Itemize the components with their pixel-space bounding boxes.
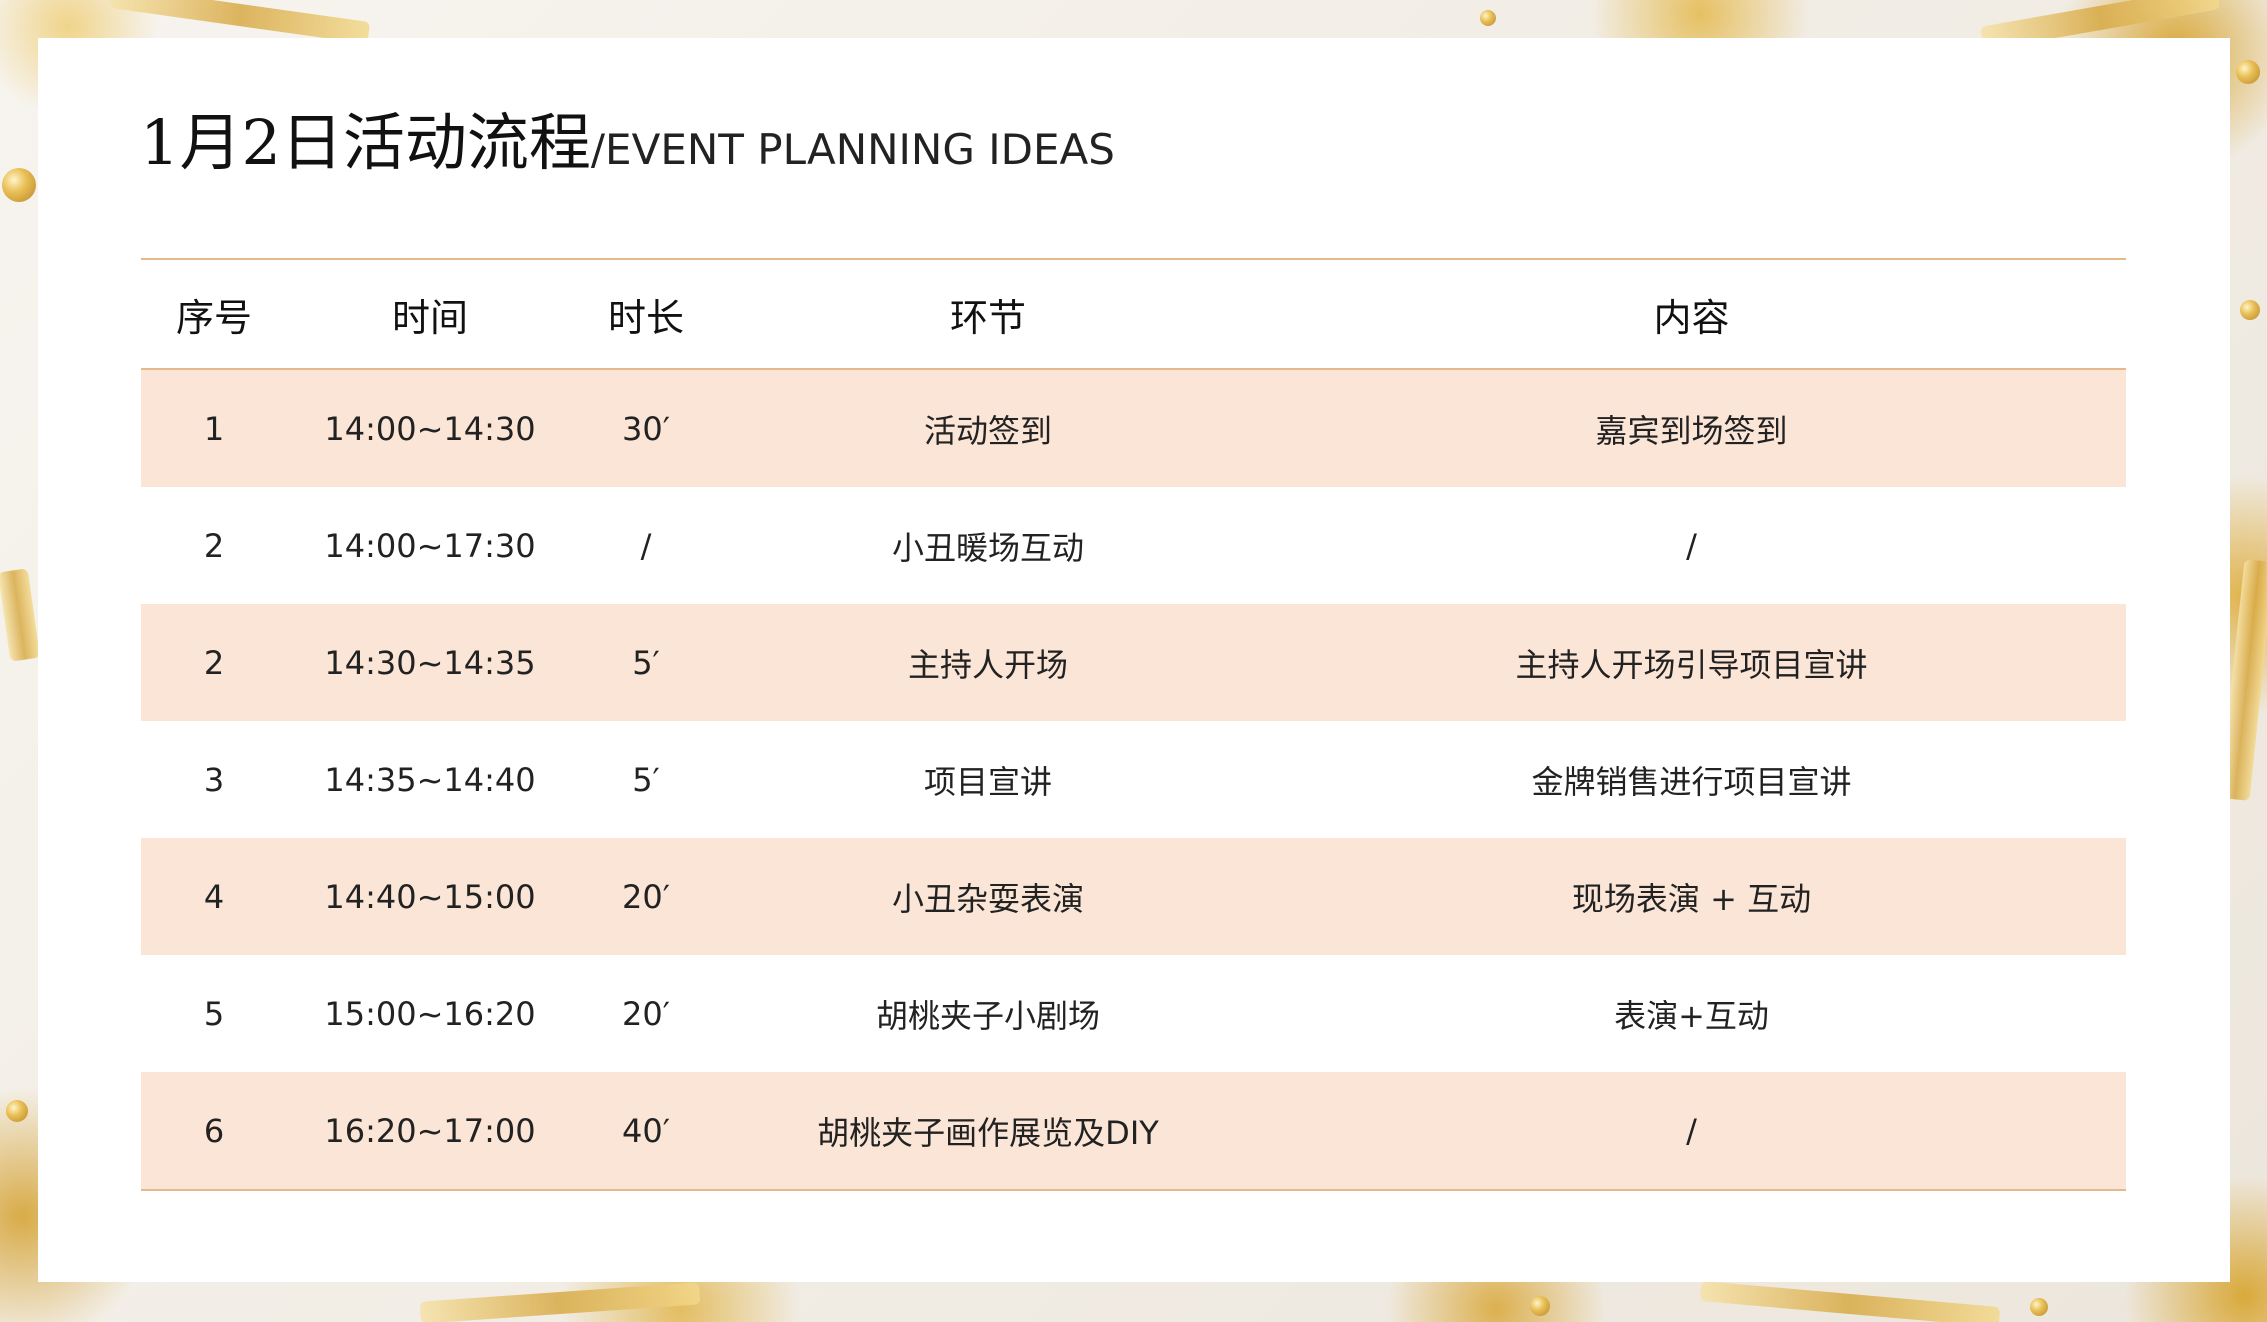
header-duration: 时长	[607, 295, 684, 340]
gold-ribbon-decoration	[419, 1282, 701, 1322]
page-title-english: /EVENT PLANNING IDEAS	[590, 125, 1115, 174]
page-title-chinese: 1月2日活动流程	[140, 106, 591, 179]
cell-index: 3	[203, 760, 225, 799]
cell-content: 表演+互动	[1614, 996, 1769, 1035]
cell-duration: 20′	[622, 994, 670, 1033]
header-time: 时间	[391, 295, 468, 340]
cell-time: 14:00~17:30	[324, 526, 536, 565]
gold-bead-decoration	[1530, 1296, 1550, 1316]
cell-time: 14:30~14:35	[324, 643, 536, 682]
cell-time: 14:00~14:30	[324, 409, 536, 448]
event-schedule-table: 序号 时间 时长 环节 内容 1 14:00~14:30 30′ 活动签到 嘉宾…	[141, 258, 2126, 1191]
cell-index: 1	[203, 409, 225, 448]
cell-duration: 40′	[622, 1111, 670, 1150]
cell-index: 6	[203, 1111, 225, 1150]
cell-index: 5	[203, 994, 225, 1033]
cell-index: 2	[203, 526, 225, 565]
cell-duration: 5′	[632, 643, 660, 682]
table-row: 4 14:40~15:00 20′ 小丑杂耍表演 现场表演 + 互动	[141, 838, 2126, 955]
cell-index: 4	[203, 877, 225, 916]
cell-time: 14:40~15:00	[324, 877, 536, 916]
table-row: 2 14:30~14:35 5′ 主持人开场 主持人开场引导项目宣讲	[141, 604, 2126, 721]
cell-duration: 30′	[622, 409, 670, 448]
header-content: 内容	[1653, 295, 1730, 340]
header-segment: 环节	[949, 295, 1026, 340]
gold-ribbon-decoration	[1699, 1280, 2001, 1322]
cell-duration: /	[640, 526, 652, 565]
gold-bead-decoration	[2236, 60, 2260, 84]
cell-segment: 小丑杂耍表演	[891, 879, 1084, 918]
cell-segment: 主持人开场	[907, 645, 1068, 684]
cell-index: 2	[203, 643, 225, 682]
cell-content: 嘉宾到场签到	[1595, 411, 1788, 450]
cell-content: /	[1686, 526, 1697, 565]
cell-time: 15:00~16:20	[324, 994, 536, 1033]
table-row: 5 15:00~16:20 20′ 胡桃夹子小剧场 表演+互动	[141, 955, 2126, 1072]
cell-duration: 5′	[632, 760, 660, 799]
gold-bead-decoration	[6, 1100, 28, 1122]
header-index: 序号	[175, 295, 252, 340]
cell-segment: 活动签到	[923, 411, 1052, 450]
gold-ribbon-decoration	[0, 568, 41, 662]
cell-content: 金牌销售进行项目宣讲	[1531, 762, 1852, 801]
table-row: 1 14:00~14:30 30′ 活动签到 嘉宾到场签到	[141, 370, 2126, 487]
page-title: 1月2日活动流程/EVENT PLANNING IDEAS	[140, 112, 1115, 174]
table-header-row: 序号 时间 时长 环节 内容	[141, 260, 2126, 370]
cell-content: /	[1686, 1111, 1697, 1150]
cell-segment: 小丑暖场互动	[891, 528, 1084, 567]
table-row: 3 14:35~14:40 5′ 项目宣讲 金牌销售进行项目宣讲	[141, 721, 2126, 838]
cell-content: 主持人开场引导项目宣讲	[1515, 645, 1868, 684]
cell-time: 16:20~17:00	[324, 1111, 536, 1150]
gold-bead-decoration	[1480, 10, 1496, 26]
cell-segment: 胡桃夹子画作展览及DIY	[817, 1113, 1159, 1152]
cell-segment: 胡桃夹子小剧场	[875, 996, 1100, 1035]
cell-content: 现场表演 + 互动	[1571, 879, 1812, 918]
cell-duration: 20′	[622, 877, 670, 916]
table-row: 6 16:20~17:00 40′ 胡桃夹子画作展览及DIY /	[141, 1072, 2126, 1191]
cell-segment: 项目宣讲	[923, 762, 1052, 801]
gold-bead-decoration	[2240, 300, 2260, 320]
table-row: 2 14:00~17:30 / 小丑暖场互动 /	[141, 487, 2126, 604]
cell-time: 14:35~14:40	[324, 760, 536, 799]
gold-bead-decoration	[2, 168, 36, 202]
gold-bead-decoration	[2030, 1298, 2048, 1316]
